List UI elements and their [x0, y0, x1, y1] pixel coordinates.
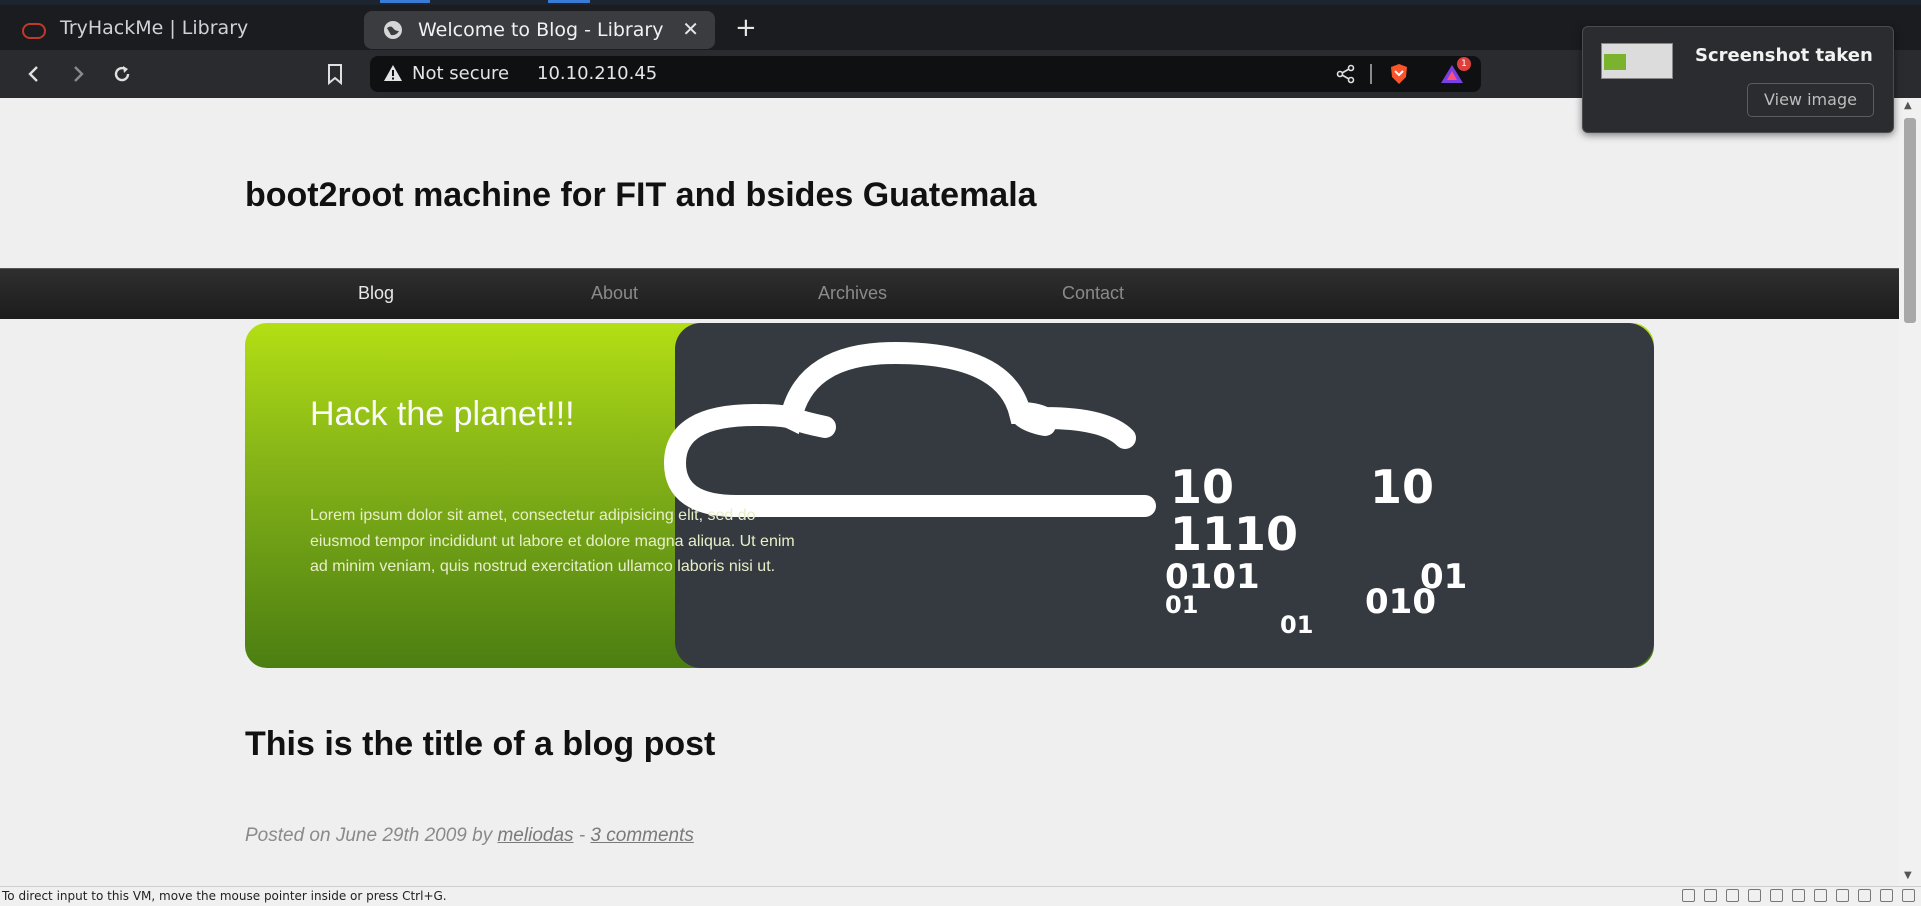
vm-tab-title: TryHackMe | Library	[60, 17, 249, 39]
tray-icon[interactable]	[1814, 889, 1827, 902]
bookmark-icon[interactable]	[323, 62, 347, 86]
meta-separator: -	[578, 825, 586, 846]
page-scrollbar[interactable]: ▲ ▼	[1899, 98, 1921, 886]
binary-digits: 010	[1365, 582, 1436, 622]
posted-on-text: Posted on June 29th 2009 by	[245, 825, 493, 846]
view-image-button[interactable]: View image	[1747, 83, 1874, 117]
binary-digits: 10	[1170, 460, 1234, 514]
host-strip-accent	[380, 0, 430, 3]
tray-icon[interactable]	[1748, 889, 1761, 902]
scroll-down-icon[interactable]: ▼	[1904, 870, 1912, 881]
new-tab-button[interactable]: +	[735, 15, 757, 41]
active-browser-tab[interactable]: Welcome to Blog - Library ✕	[364, 11, 715, 49]
url-text[interactable]: 10.10.210.45	[537, 63, 657, 84]
back-arrow-icon[interactable]	[22, 62, 46, 86]
tab-title: Welcome to Blog - Library	[418, 19, 664, 41]
tray-icon[interactable]	[1880, 889, 1893, 902]
globe-icon	[382, 19, 404, 41]
tray-icon[interactable]	[1792, 889, 1805, 902]
address-bar[interactable]: Not secure 10.10.210.45 1	[370, 56, 1481, 92]
warning-icon[interactable]	[383, 64, 403, 87]
hero-heading: Hack the planet!!!	[310, 395, 575, 433]
scroll-up-icon[interactable]: ▲	[1904, 100, 1912, 111]
web-page: boot2root machine for FIT and bsides Gua…	[0, 98, 1899, 886]
author-link[interactable]: meliodas	[497, 825, 573, 846]
scroll-thumb[interactable]	[1904, 118, 1916, 323]
hero-text: Lorem ipsum dolor sit amet, consectetur …	[310, 507, 795, 575]
cloud-binary-icon: 10 10 1110 0101 01 01 010 01	[663, 341, 1467, 639]
nav-link-contact[interactable]: Contact	[1062, 283, 1124, 304]
host-strip-accent	[548, 0, 590, 3]
close-tab-icon[interactable]: ✕	[682, 17, 699, 41]
notification-title: Screenshot taken	[1695, 45, 1873, 66]
binary-digits: 10	[1370, 460, 1434, 514]
post-meta: Posted on June 29th 2009 by meliodas - 3…	[245, 825, 694, 847]
binary-digits: 1110	[1170, 507, 1298, 561]
tray-icon[interactable]	[1858, 889, 1871, 902]
vm-tray-icons	[1682, 889, 1921, 902]
security-label[interactable]: Not secure	[412, 63, 509, 84]
tray-icon[interactable]	[1726, 889, 1739, 902]
forward-arrow-icon[interactable]	[66, 62, 90, 86]
hero-banner: 10 10 1110 0101 01 01 010 01 Hack the pl…	[245, 323, 1654, 668]
post-title[interactable]: This is the title of a blog post	[245, 725, 715, 764]
address-bar-divider	[1370, 64, 1372, 84]
binary-digits: 01	[1165, 591, 1198, 619]
tryhackme-cloud-icon	[20, 19, 46, 39]
tray-icon[interactable]	[1682, 889, 1695, 902]
reload-icon[interactable]	[110, 62, 134, 86]
site-title: boot2root machine for FIT and bsides Gua…	[245, 176, 1037, 214]
screenshot-notification: Screenshot taken View image	[1582, 26, 1894, 133]
nav-link-blog[interactable]: Blog	[358, 283, 394, 304]
comments-link[interactable]: 3 comments	[590, 825, 693, 846]
binary-digits: 01	[1280, 611, 1313, 639]
tray-icon[interactable]	[1902, 889, 1915, 902]
site-nav-menu: Blog About Archives Contact	[0, 268, 1899, 319]
notification-badge: 1	[1457, 57, 1471, 71]
tray-icon[interactable]	[1704, 889, 1717, 902]
screenshot-thumbnail[interactable]	[1601, 43, 1673, 79]
vm-status-bar: To direct input to this VM, move the mou…	[0, 886, 1921, 906]
nav-link-archives[interactable]: Archives	[818, 283, 887, 304]
vm-window-tab[interactable]: TryHackMe | Library	[20, 13, 248, 43]
tray-icon[interactable]	[1770, 889, 1783, 902]
tray-icon[interactable]	[1836, 889, 1849, 902]
nav-link-about[interactable]: About	[591, 283, 638, 304]
share-icon[interactable]	[1335, 63, 1357, 90]
brave-shield-icon[interactable]	[1387, 62, 1411, 91]
vm-status-message: To direct input to this VM, move the mou…	[2, 889, 447, 903]
